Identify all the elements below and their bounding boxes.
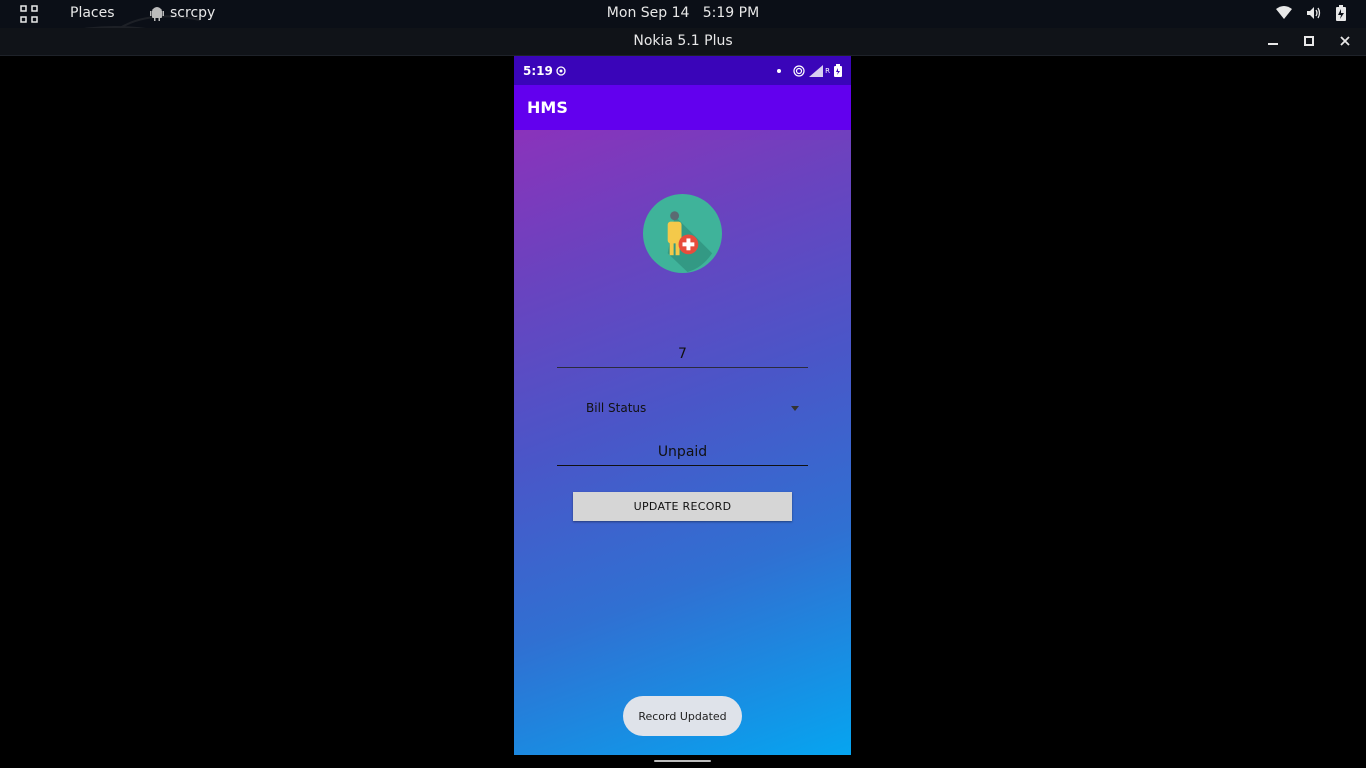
status-input[interactable]: Unpaid: [557, 444, 808, 466]
gesture-nav-handle[interactable]: [654, 760, 711, 762]
gnome-top-bar: Places scrcpy Mon Sep 14 5:19 PM: [0, 0, 1366, 52]
sync-icon: [556, 65, 566, 76]
close-button[interactable]: [1338, 32, 1352, 50]
android-icon: [150, 7, 164, 21]
minimize-icon: [1268, 43, 1278, 45]
status-time: 5:19: [523, 63, 553, 78]
places-menu[interactable]: Places: [70, 5, 115, 21]
network-label: R: [825, 66, 830, 75]
battery-icon: [1336, 5, 1346, 21]
hospital-patient-logo: [643, 194, 722, 273]
notification-dot-icon: [777, 68, 782, 73]
battery-icon: [834, 64, 842, 77]
minimize-button[interactable]: [1266, 32, 1280, 50]
app-title: HMS: [527, 98, 568, 117]
toast-message: Record Updated: [623, 696, 742, 736]
app-menu[interactable]: scrcpy: [150, 5, 215, 21]
status-icons: R: [777, 64, 842, 77]
bill-status-dropdown[interactable]: Bill Status: [573, 398, 799, 418]
android-status-bar: 5:19 R: [514, 56, 851, 85]
grid-icon[interactable]: [20, 5, 38, 23]
window-title: Nokia 5.1 Plus: [633, 33, 733, 49]
app-bar: HMS: [514, 85, 851, 130]
update-record-button[interactable]: UPDATE RECORD: [573, 492, 792, 521]
bill-status-dropdown-label: Bill Status: [586, 401, 647, 415]
app-menu-label: scrcpy: [170, 5, 216, 21]
id-input[interactable]: 7: [557, 346, 808, 368]
wifi-icon: [1276, 6, 1292, 19]
volume-icon: [1307, 7, 1321, 19]
dropdown-arrow-icon: [791, 405, 799, 411]
hotspot-icon: [793, 64, 805, 77]
close-icon: [1340, 36, 1350, 46]
window-controls: [1266, 32, 1352, 50]
window-title-bar: Nokia 5.1 Plus: [0, 28, 1366, 56]
signal-icon: [809, 64, 824, 77]
clock[interactable]: Mon Sep 14 5:19 PM: [607, 5, 759, 21]
phone-screen: 5:19 R HMS 7 Bill Status Unpaid UPDATE R…: [514, 56, 851, 755]
system-tray[interactable]: [1276, 5, 1346, 21]
maximize-button[interactable]: [1302, 32, 1316, 50]
maximize-icon: [1304, 36, 1314, 46]
